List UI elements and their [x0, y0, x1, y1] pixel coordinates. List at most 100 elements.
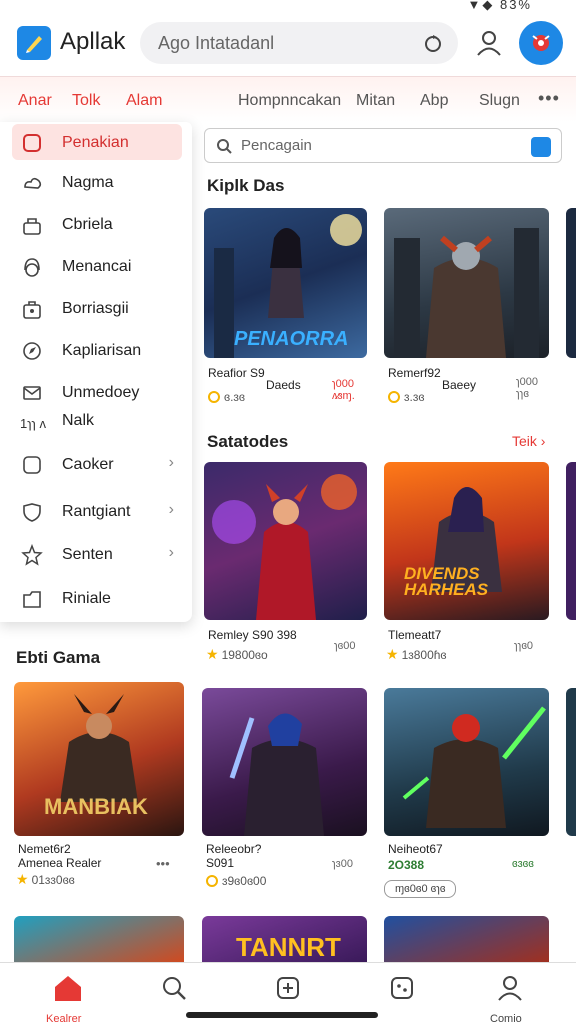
search-icon — [217, 139, 232, 154]
menu-item-menancai[interactable]: Menancai — [12, 248, 182, 284]
game-sub: Baeey — [442, 378, 477, 392]
menu-item-borriasgii[interactable]: Borriasgii — [12, 290, 182, 326]
menu-item-rantgiant[interactable]: Rantgiant › — [12, 493, 182, 529]
chevron-right-icon: › — [168, 501, 174, 518]
nav-profile[interactable]: Comio — [490, 973, 530, 1024]
game-art — [14, 916, 184, 962]
game-card[interactable] — [384, 916, 549, 962]
user-icon[interactable] — [474, 28, 504, 58]
game-card[interactable]: MANBIAK Nemet6r2 Amenea Realer ★ 01ɜɜ0ɞɞ … — [14, 682, 184, 892]
lock-icon — [23, 218, 41, 235]
search-input[interactable]: Ago Intatadanl — [140, 22, 458, 64]
menu-item-label: Rantgiant — [62, 503, 131, 520]
game-card[interactable]: Remerf92 Baeey ɜ.ɜɞ ɿ000 ɿɿɞ — [384, 208, 549, 408]
tab-slugn[interactable]: Slugn — [479, 92, 520, 110]
game-side: ɿɜ00 — [332, 858, 353, 870]
tab-abp[interactable]: Abp — [420, 92, 448, 110]
content-search-input[interactable]: Pencagain — [204, 128, 562, 163]
game-card[interactable]: TANNRT — [202, 916, 367, 962]
menu-item-label: Penakian — [62, 134, 129, 151]
game-side: ɞɜɞɞ — [512, 858, 534, 870]
menu-item-kapliarisan[interactable]: Kapliarisan — [12, 332, 182, 368]
tab-anar[interactable]: Anar — [18, 92, 52, 110]
folder-icon — [23, 591, 41, 608]
game-card-partial[interactable] — [566, 462, 576, 662]
game-name: Nemet6r2 — [18, 842, 71, 856]
game-art — [566, 208, 576, 358]
game-card[interactable]: DIVENDS HARHEAS Tlemeatt7 ★ 1ɜ800ɦɞ ɿɿɞ0 — [384, 462, 549, 662]
game-art — [384, 208, 549, 358]
tab-tolk[interactable]: Tolk — [72, 92, 100, 110]
menu-item-label: Borriasgii — [62, 300, 129, 317]
section-title: Satatodes — [207, 432, 289, 451]
game-meta: ɜ.ɜɞ — [388, 390, 424, 404]
section-title: Ebti Gama — [16, 648, 101, 667]
menu-item-penakian[interactable]: Penakian — [12, 124, 182, 160]
more-icon[interactable]: ••• — [156, 856, 170, 871]
menu-item-label: Menancai — [62, 258, 132, 275]
home-indicator — [186, 1012, 378, 1018]
menu-item-nagma[interactable]: Nagma — [12, 164, 182, 200]
bag-icon — [23, 301, 41, 319]
app-header: Apllak Ago Intatadanl — [0, 14, 576, 74]
tab-alam[interactable]: Alam — [126, 92, 162, 110]
nav-home[interactable]: Kealrer — [46, 973, 88, 1024]
headset-icon — [24, 258, 40, 277]
star-icon — [21, 544, 43, 566]
chevron-right-icon: › — [168, 544, 174, 561]
content-search-placeholder: Pencagain — [241, 137, 312, 154]
status-bar: ▼◆ 83% — [0, 0, 576, 14]
search-placeholder: Ago Intatadanl — [158, 33, 275, 53]
game-name: Tlemeatt7 — [388, 628, 442, 642]
game-meta: ɜ9ɞ0ɞ00 — [206, 874, 266, 888]
game-name: Neiheot67 — [388, 842, 443, 856]
refresh-icon[interactable] — [422, 32, 444, 54]
menu-item-caoker[interactable]: Caoker › — [12, 446, 182, 482]
game-side: ɿɿɞ0 — [514, 640, 534, 652]
game-card-partial[interactable] — [566, 208, 576, 358]
menu-item-cbriela[interactable]: Cbriela — [12, 206, 182, 242]
games-icon — [391, 977, 413, 999]
game-card[interactable]: Remley S90 398 ★ 19800ɞo ɿɞ00 — [204, 462, 367, 662]
more-icon[interactable]: ••• — [538, 88, 560, 109]
game-sub: 2O388 — [388, 858, 425, 872]
square-icon — [23, 456, 41, 474]
game-side: ɿɞ00 — [334, 640, 356, 652]
menu-item-label: Caoker — [62, 456, 114, 473]
tab-mitan[interactable]: Mitan — [356, 92, 395, 110]
menu-sub-text: 1ɿɿ ʌ — [20, 416, 46, 431]
square-icon — [23, 134, 41, 152]
search-icon — [163, 977, 186, 1000]
game-art-title: TANNRT — [236, 932, 341, 962]
see-all-link[interactable]: Teik › — [512, 433, 545, 449]
game-name: Releeobr? — [206, 842, 262, 856]
app-title: Apllak — [60, 28, 126, 55]
tab-hompnncakan[interactable]: Hompnncakan — [238, 92, 341, 110]
game-tag[interactable]: ɱɞ0ɞ0 ɞɿɞ — [384, 880, 457, 898]
menu-item-label: Riniale — [62, 590, 111, 607]
nav-games[interactable] — [382, 973, 422, 1013]
game-card-partial[interactable] — [566, 688, 576, 836]
game-sub: Amenea Realer — [18, 856, 102, 870]
compass-icon — [23, 342, 41, 360]
game-card[interactable]: PENAORRA Reafior S9 Daeds ɞ.ɜɞ ɿ000 ʌ̷ɜɱ… — [204, 208, 367, 408]
alert-icon[interactable] — [519, 21, 563, 65]
filter-icon[interactable] — [531, 137, 551, 157]
game-art: MANBIAK — [14, 682, 184, 836]
game-card[interactable] — [14, 916, 184, 962]
game-card[interactable]: Neiheot67 2O388 ɱɞ0ɞ0 ɞɿɞ ɞɜɞɞ — [384, 688, 549, 898]
add-icon — [277, 977, 299, 999]
nav-home-label: Kealrer — [46, 1013, 82, 1024]
game-art — [566, 688, 576, 836]
game-name: Remley S90 398 — [208, 628, 297, 642]
game-card[interactable]: Releeobr? S091 ɜ9ɞ0ɞ00 ɿɜ00 — [202, 688, 367, 898]
nav-add[interactable] — [268, 973, 308, 1013]
menu-item-senten[interactable]: Senten › — [12, 536, 182, 572]
home-icon — [55, 976, 81, 1001]
menu-item-riniale[interactable]: Riniale — [12, 580, 182, 616]
game-sub: Daeds — [266, 378, 301, 392]
game-art — [204, 462, 367, 620]
logo-icon[interactable] — [17, 26, 51, 60]
nav-search[interactable] — [154, 973, 194, 1013]
game-art — [384, 688, 549, 836]
